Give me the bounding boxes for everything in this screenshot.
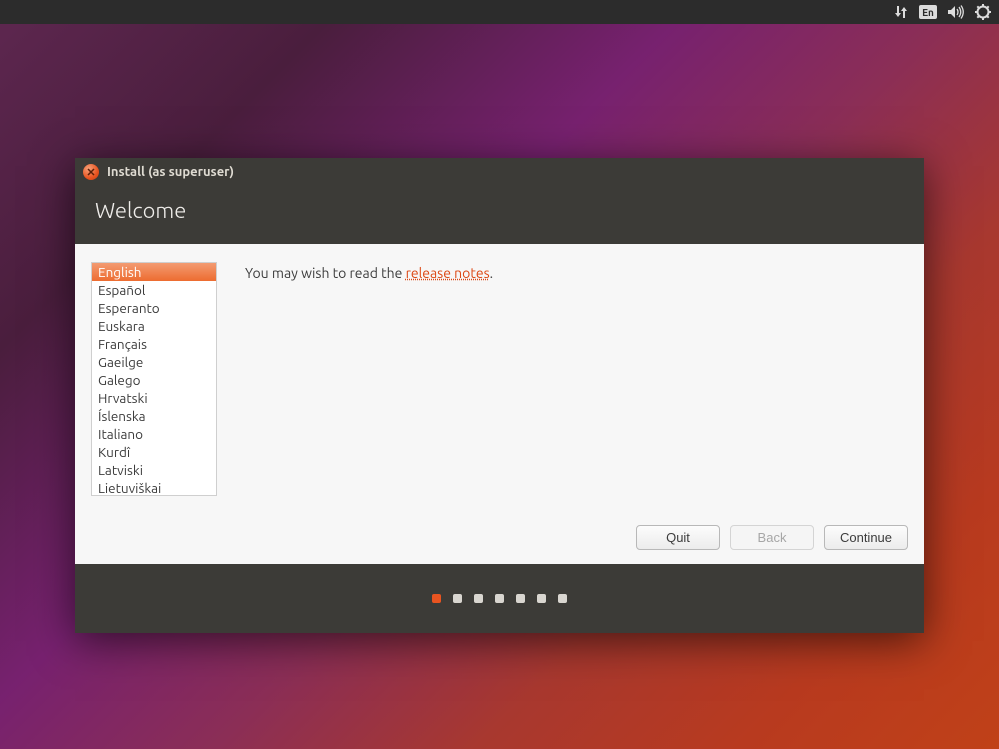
sound-icon[interactable] [947, 5, 965, 19]
language-item[interactable]: English [92, 263, 216, 281]
language-item[interactable]: Lietuviškai [92, 479, 216, 496]
language-item[interactable]: Français [92, 335, 216, 353]
progress-dot [453, 594, 462, 603]
header-area: Welcome [75, 186, 924, 244]
window-titlebar: Install (as superuser) [75, 158, 924, 186]
progress-dot [432, 594, 441, 603]
back-button: Back [730, 525, 814, 550]
language-item[interactable]: Euskara [92, 317, 216, 335]
progress-dot [516, 594, 525, 603]
progress-dots [75, 564, 924, 633]
progress-dot [495, 594, 504, 603]
installer-window: Install (as superuser) Welcome EnglishEs… [75, 158, 924, 633]
language-item[interactable]: Español [92, 281, 216, 299]
language-item[interactable]: Kurdî [92, 443, 216, 461]
input-language-indicator[interactable]: En [919, 5, 937, 19]
language-item[interactable]: Gaeilge [92, 353, 216, 371]
page-heading: Welcome [95, 198, 904, 223]
system-topbar: En [0, 0, 999, 24]
content-area: EnglishEspañolEsperantoEuskaraFrançaisGa… [75, 244, 924, 564]
button-row: Quit Back Continue [636, 525, 908, 550]
close-button[interactable] [83, 164, 99, 180]
release-notes-link[interactable]: release notes [406, 265, 490, 281]
message-area: You may wish to read the release notes. [217, 262, 493, 552]
language-item[interactable]: Íslenska [92, 407, 216, 425]
language-item[interactable]: Hrvatski [92, 389, 216, 407]
progress-dot [558, 594, 567, 603]
close-icon [87, 168, 95, 176]
message-text: You may wish to read the release notes. [245, 265, 493, 281]
language-item[interactable]: Galego [92, 371, 216, 389]
progress-dot [537, 594, 546, 603]
message-suffix: . [490, 265, 493, 281]
progress-dot [474, 594, 483, 603]
window-title: Install (as superuser) [107, 165, 234, 179]
message-prefix: You may wish to read the [245, 265, 406, 281]
network-icon[interactable] [893, 5, 909, 19]
language-item[interactable]: Latviski [92, 461, 216, 479]
language-list[interactable]: EnglishEspañolEsperantoEuskaraFrançaisGa… [91, 262, 217, 496]
continue-button[interactable]: Continue [824, 525, 908, 550]
quit-button[interactable]: Quit [636, 525, 720, 550]
language-item[interactable]: Esperanto [92, 299, 216, 317]
language-item[interactable]: Italiano [92, 425, 216, 443]
power-cog-icon[interactable] [975, 4, 991, 20]
